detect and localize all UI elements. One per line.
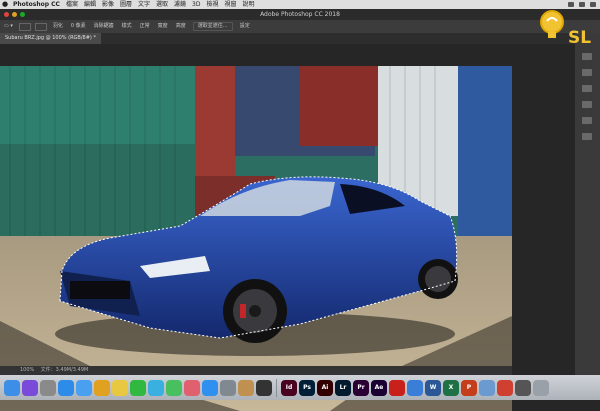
channels-panel-icon[interactable] [582, 117, 592, 124]
photoshop-icon[interactable]: Ps [299, 379, 315, 396]
settings-label[interactable]: 設定 [236, 20, 254, 33]
workspace [0, 44, 575, 411]
line-icon[interactable] [130, 379, 146, 396]
window-title: Adobe Photoshop CC 2018 [260, 11, 340, 18]
messages-icon[interactable] [148, 379, 164, 396]
menu-3d[interactable]: 3D [189, 0, 203, 9]
menu-image[interactable]: 影像 [99, 0, 117, 9]
notes-icon[interactable] [112, 379, 128, 396]
document-info: 文件：3.49M/3.49M [40, 367, 89, 373]
chrome2-icon[interactable] [497, 379, 513, 396]
premiere-icon[interactable]: Pr [353, 379, 369, 396]
preview-icon[interactable] [479, 379, 495, 396]
terminal-icon[interactable] [256, 379, 272, 396]
calculator-icon[interactable] [515, 379, 531, 396]
dock-separator [276, 378, 277, 397]
watermark-logo: SL [538, 5, 600, 53]
height-label: 高度 [175, 23, 186, 29]
launchpad-icon[interactable] [40, 379, 56, 396]
facetime-icon[interactable] [166, 379, 182, 396]
layers-panel-icon[interactable] [582, 101, 592, 108]
new-selection-icon[interactable] [18, 22, 31, 31]
history-panel-icon[interactable] [582, 69, 592, 76]
close-window-icon[interactable] [4, 12, 9, 17]
menu-file[interactable]: 檔案 [63, 0, 81, 9]
window-controls [4, 12, 25, 17]
powerpoint-icon[interactable]: P [461, 379, 477, 396]
document-tab-bar: Subaru BRZ.jpg @ 100% (RGB/8#) * [0, 33, 575, 44]
siri-icon[interactable] [22, 379, 38, 396]
word-icon[interactable]: W [425, 379, 441, 396]
style-select[interactable]: 正常 [136, 20, 154, 33]
preferences-icon[interactable] [220, 379, 236, 396]
trash-icon[interactable] [533, 379, 549, 396]
chrome-icon[interactable] [94, 379, 110, 396]
aftereffects-icon[interactable]: Ae [371, 379, 387, 396]
keynote-icon[interactable] [407, 379, 423, 396]
menu-edit[interactable]: 編輯 [81, 0, 99, 9]
dock: Id Ps Ai Lr Pr Ae W X P [0, 375, 600, 400]
photo-image [0, 66, 512, 411]
photos-icon[interactable] [184, 379, 200, 396]
select-and-mask-button[interactable]: 選取並遮住… [192, 22, 233, 31]
style-label: 樣式 [121, 23, 132, 29]
menu-type[interactable]: 文字 [135, 0, 153, 9]
status-bar: 100% 文件：3.49M/3.49M [0, 366, 512, 375]
apple-menu-icon[interactable]: ● [0, 0, 10, 9]
menu-view[interactable]: 檢視 [203, 0, 221, 9]
zoom-level[interactable]: 100% [20, 367, 34, 373]
antialias-checkbox[interactable]: 消除鋸齒 [90, 20, 118, 33]
paths-panel-icon[interactable] [582, 133, 592, 140]
lightbulb-icon: SL [540, 10, 591, 48]
appstore-icon[interactable] [202, 379, 218, 396]
menu-help[interactable]: 說明 [240, 0, 258, 9]
excel-icon[interactable]: X [443, 379, 459, 396]
folder-icon[interactable] [238, 379, 254, 396]
acrobat-icon[interactable] [389, 379, 405, 396]
panel-toggle-icon[interactable] [582, 53, 592, 60]
menu-filter[interactable]: 濾鏡 [171, 0, 189, 9]
menu-layer[interactable]: 圖層 [117, 0, 135, 9]
options-bar: ▭ ▾ 羽化 0 像素 消除鋸齒 樣式 正常 寬度 高度 選取並遮住… 設定 [0, 20, 600, 33]
menu-select[interactable]: 選取 [153, 0, 171, 9]
finder-icon[interactable] [4, 379, 20, 396]
logo-text: SL [568, 28, 591, 48]
window-titlebar: Adobe Photoshop CC 2018 [0, 9, 600, 20]
right-panel-dock [575, 33, 600, 375]
safari-icon[interactable] [58, 379, 74, 396]
menu-window[interactable]: 視窗 [222, 0, 240, 9]
indesign-icon[interactable]: Id [281, 379, 297, 396]
feather-value[interactable]: 0 像素 [67, 20, 90, 33]
minimize-window-icon[interactable] [12, 12, 17, 17]
menu-bar: ● Photoshop CC 檔案 編輯 影像 圖層 文字 選取 濾鏡 3D 檢… [0, 0, 600, 9]
properties-panel-icon[interactable] [582, 85, 592, 92]
feather-label: 羽化 [52, 23, 63, 29]
mail-icon[interactable] [76, 379, 92, 396]
lightroom-icon[interactable]: Lr [335, 379, 351, 396]
tool-preset-picker[interactable]: ▭ ▾ [0, 20, 17, 33]
document-canvas[interactable] [0, 66, 512, 411]
zoom-window-icon[interactable] [20, 12, 25, 17]
menu-photoshop[interactable]: Photoshop CC [10, 0, 63, 9]
document-tab[interactable]: Subaru BRZ.jpg @ 100% (RGB/8#) * [0, 33, 101, 44]
width-label: 寬度 [157, 23, 168, 29]
illustrator-icon[interactable]: Ai [317, 379, 333, 396]
add-selection-icon[interactable] [34, 22, 47, 31]
